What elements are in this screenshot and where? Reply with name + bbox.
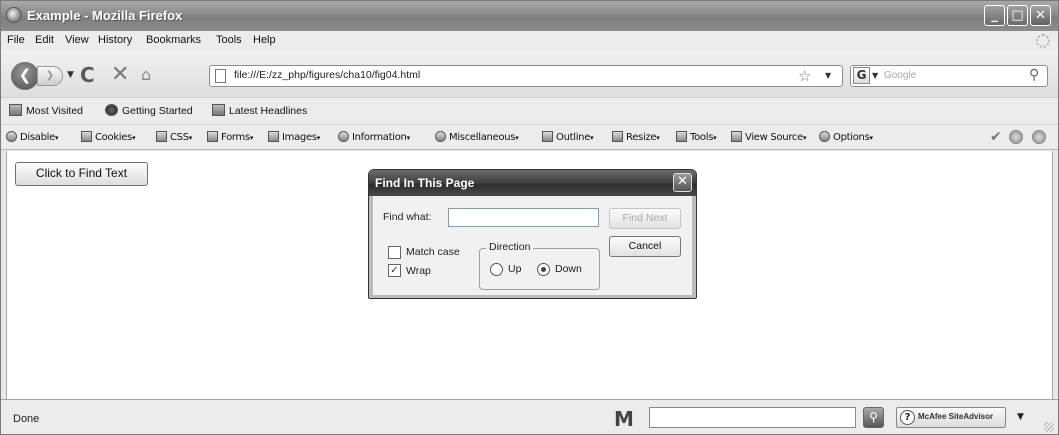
title-bar: Example - Mozilla Firefox _ □ ✕	[1, 1, 1058, 31]
up-label[interactable]: Up	[508, 263, 521, 275]
menu-bar: File Edit View History Bookmarks Tools H…	[1, 31, 1058, 51]
minimize-button[interactable]: _	[984, 5, 1005, 26]
menu-history[interactable]: History	[98, 34, 132, 46]
options-icon	[819, 131, 830, 142]
direction-legend: Direction	[486, 241, 534, 253]
dev-images-menu[interactable]: Images▾	[268, 131, 320, 143]
menu-file[interactable]: File	[7, 34, 25, 46]
wrap-checkbox[interactable]: ✓	[388, 264, 401, 277]
find-what-label: Find what:	[383, 211, 432, 223]
forward-button[interactable]: ❯	[37, 66, 63, 86]
stop-icon[interactable]: ✕	[111, 62, 129, 87]
address-bar[interactable]: file:///E:/zz_php/figures/cha10/fig04.ht…	[209, 65, 843, 87]
dialog-close-icon[interactable]: ✕	[673, 173, 692, 192]
images-icon	[268, 131, 279, 142]
bookmark-latest-headlines[interactable]: Latest Headlines	[212, 104, 307, 117]
up-radio[interactable]	[490, 263, 503, 276]
history-dropdown-icon[interactable]: ▼	[67, 70, 74, 80]
siteadvisor-button[interactable]: ? McAfee SiteAdvisor	[896, 407, 1006, 428]
dialog-title: Find In This Page	[375, 176, 475, 190]
browser-window: Example - Mozilla Firefox _ □ ✕ File Edi…	[0, 0, 1059, 435]
dialog-body: Find what: Find Next Cancel Match case ✓…	[373, 196, 692, 295]
menu-tools[interactable]: Tools	[216, 34, 242, 46]
menu-view[interactable]: View	[65, 34, 89, 46]
reload-icon[interactable]: C	[80, 63, 95, 87]
bookmarks-toolbar: Most Visited Getting Started Latest Head…	[1, 97, 1058, 124]
throbber-icon	[1036, 34, 1050, 48]
back-button[interactable]: ❮	[11, 62, 39, 90]
rss-feed-icon	[212, 104, 225, 116]
find-next-button[interactable]: Find Next	[609, 208, 681, 229]
siteadvisor-label: McAfee SiteAdvisor	[918, 412, 994, 421]
dev-resize-menu[interactable]: Resize▾	[612, 131, 660, 143]
click-to-find-text-button[interactable]: Click to Find Text	[15, 162, 148, 186]
cookies-icon	[81, 131, 92, 142]
match-case-checkbox[interactable]	[388, 246, 401, 259]
css-icon	[156, 131, 167, 142]
match-case-label[interactable]: Match case	[406, 246, 460, 258]
dev-view-source-menu[interactable]: View Source▾	[731, 131, 807, 143]
dev-disable-menu[interactable]: Disable▾	[6, 131, 59, 143]
dev-information-menu[interactable]: Information▾	[338, 131, 410, 143]
maximize-button[interactable]: □	[1007, 5, 1028, 26]
dev-cookies-menu[interactable]: Cookies▾	[81, 131, 136, 143]
information-icon	[338, 131, 349, 142]
js-status-icon[interactable]	[1032, 130, 1046, 144]
dev-options-menu[interactable]: Options▾	[819, 131, 873, 143]
css-status-icon[interactable]	[1009, 130, 1023, 144]
dialog-title-bar[interactable]: Find In This Page ✕	[369, 170, 696, 196]
search-box[interactable]: G ▼ Google ⚲	[850, 65, 1048, 87]
window-title: Example - Mozilla Firefox	[27, 8, 183, 23]
status-text: Done	[13, 413, 40, 425]
firefox-icon	[6, 7, 22, 23]
navigation-toolbar: ❮ ❯ ▼ C ✕ ⌂ file:///E:/zz_php/figures/ch…	[1, 51, 1058, 97]
statusbar-search-input[interactable]	[649, 407, 856, 428]
dev-outline-menu[interactable]: Outline▾	[542, 131, 594, 143]
engine-dropdown-icon[interactable]: ▼	[872, 71, 878, 80]
url-text[interactable]: file:///E:/zz_php/figures/cha10/fig04.ht…	[234, 69, 420, 81]
siteadvisor-dropdown-icon[interactable]: ▼	[1017, 412, 1024, 422]
status-bar: Done M ⚲ ? McAfee SiteAdvisor ▼	[1, 399, 1058, 434]
down-label[interactable]: Down	[555, 263, 582, 275]
page-icon	[215, 69, 226, 83]
url-dropdown-icon[interactable]: ▼	[825, 71, 831, 80]
home-icon[interactable]: ⌂	[141, 65, 151, 84]
outline-icon	[542, 131, 553, 142]
menu-help[interactable]: Help	[253, 34, 276, 46]
bookmark-star-icon[interactable]: ☆	[798, 67, 811, 85]
tools-icon	[676, 131, 687, 142]
google-engine-icon[interactable]: G	[853, 67, 870, 84]
find-what-input[interactable]	[448, 208, 599, 227]
dev-miscellaneous-menu[interactable]: Miscellaneous▾	[435, 131, 519, 143]
web-developer-toolbar: Disable▾ Cookies▾ CSS▾ Forms▾ Images▾ In…	[1, 124, 1058, 150]
resize-icon	[612, 131, 623, 142]
folder-icon	[9, 104, 22, 116]
bookmark-getting-started[interactable]: Getting Started	[105, 104, 193, 117]
dev-tools-menu[interactable]: Tools▾	[676, 131, 717, 143]
cancel-button[interactable]: Cancel	[609, 236, 681, 257]
dev-css-menu[interactable]: CSS▾	[156, 131, 192, 143]
close-button[interactable]: ✕	[1030, 5, 1051, 26]
dev-forms-menu[interactable]: Forms▾	[207, 131, 253, 143]
menu-edit[interactable]: Edit	[35, 34, 54, 46]
mcafee-logo-icon: M	[614, 407, 634, 431]
find-dialog: Find In This Page ✕ Find what: Find Next…	[368, 169, 697, 299]
menu-bookmarks[interactable]: Bookmarks	[146, 34, 201, 46]
wrap-label[interactable]: Wrap	[406, 265, 431, 277]
down-radio[interactable]	[537, 263, 550, 276]
firefox-logo-icon	[105, 104, 118, 116]
forms-icon	[207, 131, 218, 142]
resize-grip-icon[interactable]	[1044, 422, 1054, 432]
view-source-icon	[731, 131, 742, 142]
bookmark-most-visited[interactable]: Most Visited	[9, 104, 83, 117]
disable-icon	[6, 131, 17, 142]
statusbar-search-icon[interactable]: ⚲	[863, 407, 884, 428]
magnifier-icon[interactable]: ⚲	[1029, 67, 1039, 83]
checkmark-icon[interactable]: ✔	[990, 129, 1002, 145]
search-placeholder[interactable]: Google	[884, 70, 916, 81]
siteadvisor-question-icon: ?	[900, 410, 915, 425]
miscellaneous-icon	[435, 131, 446, 142]
